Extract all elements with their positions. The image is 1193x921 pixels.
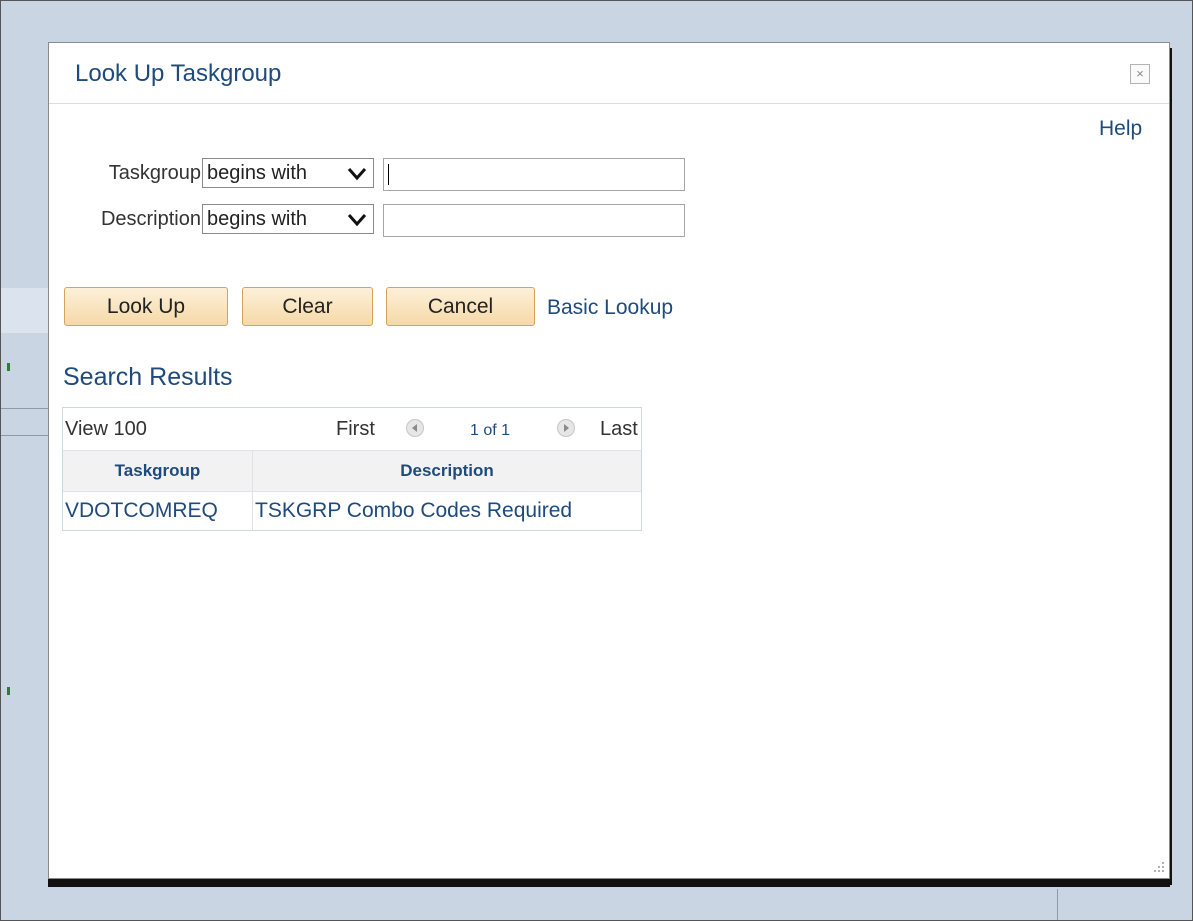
description-operator-select[interactable]: begins with <box>202 204 374 234</box>
taskgroup-operator-value: begins with <box>207 162 308 184</box>
basic-lookup-link[interactable]: Basic Lookup <box>547 296 673 320</box>
results-table: Taskgroup Description VDOTCOMREQ TSKGRP … <box>63 450 641 530</box>
description-cell-link[interactable]: TSKGRP Combo Codes Required <box>252 491 641 530</box>
background-marker <box>7 687 10 695</box>
help-link[interactable]: Help <box>1099 117 1142 141</box>
background-page: Look Up Taskgroup × Help Taskgroup begin… <box>0 0 1193 921</box>
page-count: 1 of 1 <box>470 422 511 439</box>
resize-grip-icon[interactable] <box>1153 861 1165 874</box>
chevron-down-icon <box>347 159 367 195</box>
description-input[interactable] <box>383 204 685 237</box>
clear-button[interactable]: Clear <box>242 287 373 326</box>
taskgroup-cell-link[interactable]: VDOTCOMREQ <box>63 491 253 530</box>
background-marker <box>7 363 10 371</box>
background-divider <box>1 435 49 436</box>
results-grid: View 100 First 1 of 1 Last Taskgroup Des… <box>62 407 642 531</box>
description-label: Description <box>100 208 201 230</box>
previous-page-icon[interactable] <box>406 419 424 437</box>
dialog-title: Look Up Taskgroup <box>75 60 282 87</box>
background-divider <box>1057 889 1058 920</box>
chevron-down-icon <box>347 205 367 241</box>
taskgroup-input[interactable] <box>383 158 685 191</box>
cancel-button[interactable]: Cancel <box>386 287 535 326</box>
dialog-header: Look Up Taskgroup × <box>49 43 1169 104</box>
background-band <box>1 288 49 333</box>
search-results-title: Search Results <box>63 363 233 391</box>
column-header-description[interactable]: Description <box>252 450 641 492</box>
description-operator-value: begins with <box>207 208 308 230</box>
taskgroup-operator-select[interactable]: begins with <box>202 158 374 188</box>
lookup-dialog: Look Up Taskgroup × Help Taskgroup begin… <box>48 42 1170 879</box>
last-link[interactable]: Last <box>600 418 638 441</box>
criteria-row-taskgroup: Taskgroup begins with <box>49 158 1169 191</box>
close-icon[interactable]: × <box>1130 64 1150 84</box>
grid-navigation: View 100 First 1 of 1 Last <box>63 408 641 450</box>
first-link[interactable]: First <box>336 418 375 441</box>
table-header-row: Taskgroup Description <box>63 450 641 492</box>
criteria-row-description: Description begins with <box>49 204 1169 237</box>
table-row: VDOTCOMREQ TSKGRP Combo Codes Required <box>63 491 641 530</box>
taskgroup-label: Taskgroup <box>108 162 201 184</box>
view-all-link[interactable]: View 100 <box>65 418 147 441</box>
background-divider <box>1 408 49 409</box>
text-caret <box>388 164 389 185</box>
column-header-taskgroup[interactable]: Taskgroup <box>63 450 253 492</box>
look-up-button[interactable]: Look Up <box>64 287 228 326</box>
next-page-icon[interactable] <box>557 419 575 437</box>
